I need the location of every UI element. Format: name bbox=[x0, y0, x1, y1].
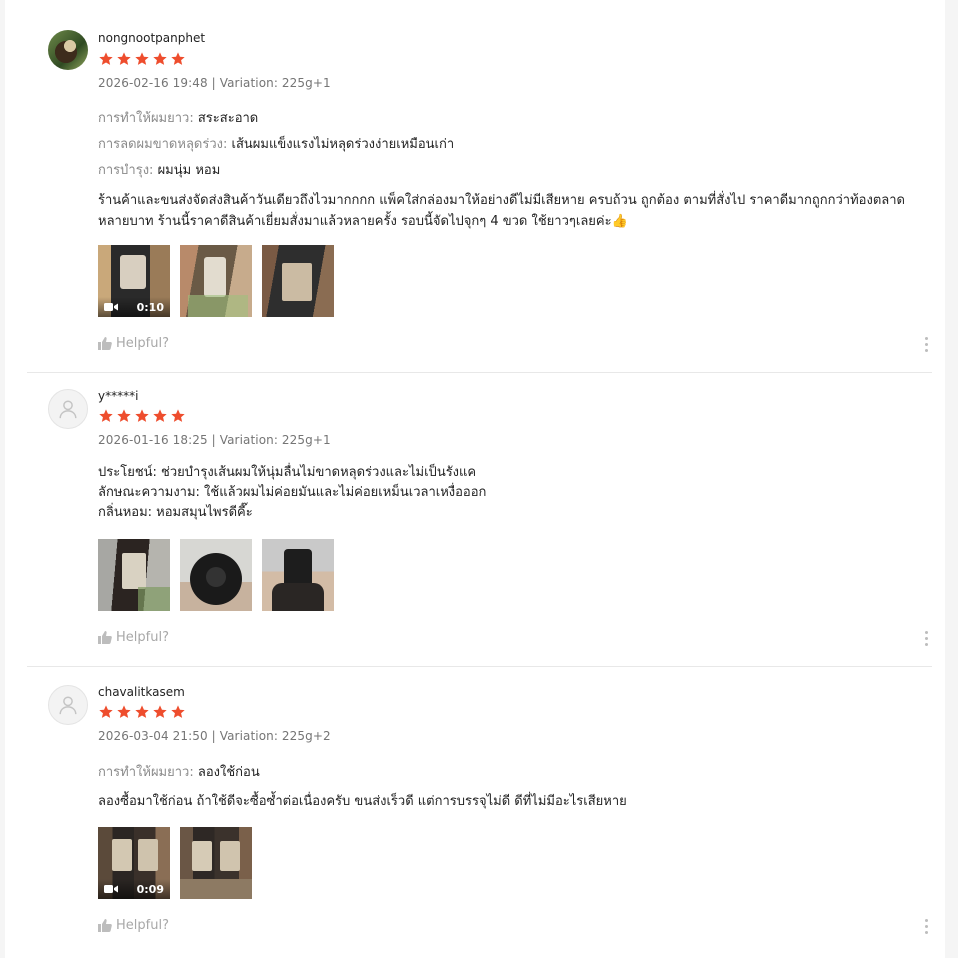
bottle-label bbox=[122, 553, 146, 589]
review-username[interactable]: y*****i bbox=[98, 389, 138, 403]
helpful-label: Helpful? bbox=[116, 630, 169, 645]
review-username[interactable]: chavalitkasem bbox=[98, 685, 185, 699]
avatar[interactable] bbox=[48, 30, 88, 70]
video-duration: 0:10 bbox=[136, 300, 164, 314]
attribute-value: เส้นผมแข็งแรงไม่หลุดร่วงง่ายเหมือนเก่า bbox=[231, 137, 455, 152]
bottle-label bbox=[282, 263, 312, 301]
avatar[interactable] bbox=[48, 685, 88, 725]
more-options-icon[interactable] bbox=[925, 919, 929, 934]
review-text-line: ลักษณะความงาม: ใช้แล้วผมไม่ค่อยมันและไม่… bbox=[98, 485, 487, 500]
video-overlay: 0:09 bbox=[98, 879, 170, 899]
review-item: nongnootpanphet 2026-02-16 19:48 | Varia… bbox=[5, 0, 945, 372]
thumbs-up-icon bbox=[98, 337, 112, 350]
bottle-label bbox=[204, 257, 226, 297]
attribute-value: สระสะอาด bbox=[197, 111, 259, 126]
review-meta: 2026-03-04 21:50 | Variation: 225g+2 bbox=[98, 729, 331, 743]
star-icon bbox=[171, 409, 185, 422]
star-rating bbox=[98, 408, 186, 424]
review-attribute: การทำให้ผมยาว: สระสะอาด bbox=[98, 107, 258, 128]
star-icon bbox=[99, 52, 113, 65]
star-icon bbox=[153, 705, 167, 718]
attribute-value: ลองใช้ก่อน bbox=[197, 765, 260, 780]
review-attribute: การลดผมขาดหลุดร่วง: เส้นผมแข็งแรงไม่หลุด… bbox=[98, 133, 454, 154]
review-text: ลองซื้อมาใช้ก่อน ถ้าใช้ดีจะซื้อซ้ำต่อเนื… bbox=[98, 794, 627, 809]
review-text: ประโยชน์: ช่วยบำรุงเส้นผมให้นุ่มลื่นไม่ข… bbox=[98, 463, 928, 523]
leaf-decoration bbox=[188, 295, 248, 317]
attribute-label: การทำให้ผมยาว: bbox=[98, 765, 194, 780]
leaf-decoration bbox=[138, 587, 170, 611]
more-options-icon[interactable] bbox=[925, 631, 929, 646]
surface bbox=[180, 879, 252, 899]
more-options-icon[interactable] bbox=[925, 337, 929, 352]
star-icon bbox=[117, 705, 131, 718]
user-placeholder-icon bbox=[59, 400, 77, 419]
review-divider bbox=[27, 666, 932, 667]
helpful-button[interactable]: Helpful? bbox=[98, 630, 169, 645]
thumbs-up-icon bbox=[98, 631, 112, 644]
helpful-button[interactable]: Helpful? bbox=[98, 918, 169, 933]
star-icon bbox=[99, 409, 113, 422]
bottle-label bbox=[220, 841, 240, 871]
review-item: y*****i 2026-01-16 18:25 | Variation: 22… bbox=[5, 387, 945, 667]
video-duration: 0:09 bbox=[136, 882, 164, 896]
star-icon bbox=[117, 409, 131, 422]
bottle-pump bbox=[284, 549, 312, 585]
video-camera-icon bbox=[104, 885, 118, 893]
review-text-line: กลิ่นหอม: หอมสมุนไพรดีคี๊ะ bbox=[98, 505, 253, 520]
review-image-thumbnail[interactable] bbox=[262, 539, 334, 611]
review-attribute: การทำให้ผมยาว: ลองใช้ก่อน bbox=[98, 761, 260, 782]
review-media bbox=[98, 539, 334, 611]
star-icon bbox=[135, 705, 149, 718]
bottle-label bbox=[138, 839, 158, 871]
attribute-label: การลดผมขาดหลุดร่วง: bbox=[98, 137, 228, 152]
review-image-thumbnail[interactable] bbox=[98, 539, 170, 611]
review-meta: 2026-02-16 19:48 | Variation: 225g+1 bbox=[98, 76, 331, 90]
helpful-label: Helpful? bbox=[116, 918, 169, 933]
star-icon bbox=[153, 52, 167, 65]
bottle-label bbox=[112, 839, 132, 871]
review-image-thumbnail[interactable] bbox=[262, 245, 334, 317]
bottle-label bbox=[120, 255, 146, 289]
review-video-thumbnail[interactable]: 0:09 bbox=[98, 827, 170, 899]
review-username[interactable]: nongnootpanphet bbox=[98, 31, 205, 45]
star-icon bbox=[171, 52, 185, 65]
star-icon bbox=[135, 52, 149, 65]
review-video-thumbnail[interactable]: 0:10 bbox=[98, 245, 170, 317]
attribute-value: ผมนุ่ม หอม bbox=[157, 163, 221, 178]
star-rating bbox=[98, 704, 186, 720]
star-icon bbox=[117, 52, 131, 65]
star-icon bbox=[153, 409, 167, 422]
avatar[interactable] bbox=[48, 389, 88, 429]
attribute-label: การบำรุง: bbox=[98, 163, 154, 178]
review-media: 0:09 bbox=[98, 827, 252, 899]
helpful-button[interactable]: Helpful? bbox=[98, 336, 169, 351]
thumbs-up-icon bbox=[98, 919, 112, 932]
review-divider bbox=[27, 372, 932, 373]
review-meta: 2026-01-16 18:25 | Variation: 225g+1 bbox=[98, 433, 331, 447]
user-placeholder-icon bbox=[59, 696, 77, 715]
review-image-thumbnail[interactable] bbox=[180, 245, 252, 317]
attribute-label: การทำให้ผมยาว: bbox=[98, 111, 194, 126]
star-icon bbox=[99, 705, 113, 718]
review-image-thumbnail[interactable] bbox=[180, 827, 252, 899]
review-item: chavalitkasem 2026-03-04 21:50 | Variati… bbox=[5, 683, 945, 958]
review-text-line: ประโยชน์: ช่วยบำรุงเส้นผมให้นุ่มลื่นไม่ข… bbox=[98, 465, 477, 480]
review-media: 0:10 bbox=[98, 245, 334, 317]
star-rating bbox=[98, 51, 186, 67]
video-camera-icon bbox=[104, 303, 118, 311]
review-attribute: การบำรุง: ผมนุ่ม หอม bbox=[98, 159, 220, 180]
helpful-label: Helpful? bbox=[116, 336, 169, 351]
video-overlay: 0:10 bbox=[98, 297, 170, 317]
review-list: nongnootpanphet 2026-02-16 19:48 | Varia… bbox=[5, 0, 945, 958]
bottle-cap-center bbox=[206, 567, 226, 587]
star-icon bbox=[171, 705, 185, 718]
bottle-body bbox=[272, 583, 324, 611]
star-icon bbox=[135, 409, 149, 422]
review-text: ร้านค้าและขนส่งจัดส่งสินค้าวันเดียวถึงไว… bbox=[98, 193, 905, 229]
review-image-thumbnail[interactable] bbox=[180, 539, 252, 611]
bottle-label bbox=[192, 841, 212, 871]
